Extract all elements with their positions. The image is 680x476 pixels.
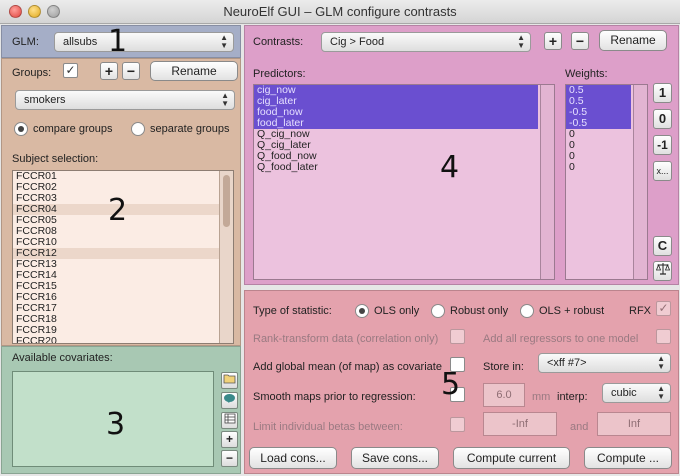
predictor-rows: cig_now cig_later food_now food_later Q_cig_… [254,85,554,173]
predictor-list-item[interactable]: Q_food_later [254,162,554,173]
add-group-button[interactable]: + [100,62,118,80]
weights-scrollbar[interactable] [633,85,647,279]
limit-betas-label: Limit individual betas between: [253,421,403,433]
contrasts-panel: Contrasts: Cig > Food ▲ ▼ + − Rename Pred… [244,25,679,285]
add-covariate-button[interactable]: + [221,431,238,448]
contrast-select[interactable]: Cig > Food ▲ ▼ [321,32,531,52]
subject-selection-label: Subject selection: [12,153,99,165]
add-all-regressors-checkbox[interactable] [656,329,671,344]
interp-select-value: cubic [611,387,637,399]
predictors-list[interactable]: cig_now cig_later food_now food_later Q_cig_… [253,84,555,280]
add-contrast-button[interactable]: + [544,32,562,50]
save-contrasts-button[interactable]: Save cons... [351,447,439,469]
groups-enabled-checkbox[interactable]: ✓ [63,63,78,78]
weights-label: Weights: [565,68,608,80]
type-of-statistic-label: Type of statistic: [253,305,332,317]
compare-groups-radio[interactable] [14,122,28,136]
store-in-select[interactable]: <xff #7> ▲ ▼ [538,353,671,373]
weight-list-item[interactable]: -0.5 [566,118,631,129]
overlay-number-4: 4 [440,150,460,185]
interp-select[interactable]: cubic ▲ ▼ [602,383,671,403]
separate-groups-radio[interactable] [131,122,145,136]
ols-robust-label: OLS + robust [539,305,605,317]
smooth-kernel-input[interactable]: 6.0 [483,383,525,407]
updown-arrows-icon: ▲ ▼ [517,33,525,50]
set-weight-minus-one-button[interactable]: -1 [653,135,672,155]
folder-icon[interactable] [221,372,238,389]
remove-contrast-button[interactable]: − [571,32,589,50]
group-select[interactable]: smokers ▲ ▼ [15,90,235,110]
compute-current-button[interactable]: Compute current [453,447,570,469]
compute-all-button[interactable]: Compute ... [584,447,672,469]
robust-only-label: Robust only [450,305,509,317]
interp-label: interp: [557,391,588,403]
predictors-scrollbar[interactable] [540,85,554,279]
updown-arrows-icon: ▲ ▼ [221,91,229,108]
set-weight-one-button[interactable]: 1 [653,83,672,103]
load-contrasts-button[interactable]: Load cons... [249,447,337,469]
rfx-checkbox[interactable]: ✓ [656,301,671,316]
table-icon[interactable] [221,412,238,429]
rank-transform-label: Rank-transform data (correlation only) [253,333,439,345]
rfx-label: RFX [629,305,651,317]
store-in-label: Store in: [483,361,524,373]
set-weight-zero-button[interactable]: 0 [653,109,672,129]
updown-arrows-icon: ▲ ▼ [657,354,665,371]
group-select-value: smokers [24,94,66,106]
updown-arrows-icon: ▲ ▼ [220,33,228,50]
subject-list-scrollbar[interactable] [219,171,233,343]
limit-high-input[interactable]: Inf [597,412,671,436]
overlay-number-1: 1 [108,24,128,59]
separate-groups-label: separate groups [150,123,230,135]
glm-panel: GLM: allsubs ▲ ▼ 1 [1,24,241,59]
glm-select-value: allsubs [63,36,98,48]
groups-label: Groups: [12,67,52,79]
contrast-select-value: Cig > Food [330,36,385,48]
subject-list-item[interactable]: FCCR20 [13,336,233,344]
overlay-number-5: 5 [441,367,461,402]
smooth-maps-label: Smooth maps prior to regression: [253,391,416,403]
available-covariates-label: Available covariates: [12,352,113,364]
add-all-regressors-label: Add all regressors to one model [483,333,639,345]
center-weights-button[interactable]: C [653,236,672,256]
glm-select[interactable]: allsubs ▲ ▼ [54,32,234,52]
set-weight-custom-button[interactable]: x... [653,161,672,181]
robust-only-radio[interactable] [431,304,445,318]
remove-covariate-button[interactable]: − [221,450,238,467]
rename-contrast-button[interactable]: Rename [599,30,667,51]
rename-group-button[interactable]: Rename [150,61,238,81]
compare-groups-label: compare groups [33,123,113,135]
balance-icon[interactable] [653,261,672,281]
ols-only-radio[interactable] [355,304,369,318]
limit-low-input[interactable]: -Inf [483,412,557,436]
weights-list[interactable]: 0.5 0.5 -0.5 -0.5 0 0 0 0 [565,84,648,280]
glm-label: GLM: [12,36,39,48]
rank-transform-checkbox[interactable] [450,329,465,344]
groups-panel: Groups: ✓ + − Rename smokers ▲ ▼ compare … [1,58,241,346]
limit-and-label: and [570,421,589,433]
predictors-label: Predictors: [253,68,306,80]
smooth-unit-label: mm [532,391,551,403]
title-bar: NeuroElf GUI – GLM configure contrasts [0,0,680,24]
subject-list-scroll-thumb[interactable] [223,175,230,227]
contrasts-label: Contrasts: [253,36,304,48]
updown-arrows-icon: ▲ ▼ [657,384,665,401]
store-in-select-value: <xff #7> [547,357,587,369]
add-global-mean-label: Add global mean (of map) as covariate [253,361,442,373]
overlay-number-3: 3 [106,407,126,442]
ols-only-label: OLS only [374,305,420,317]
window-title: NeuroElf GUI – GLM configure contrasts [223,4,457,19]
covariates-panel: Available covariates: + − 3 [1,346,241,474]
remove-group-button[interactable]: − [122,62,140,80]
ols-robust-radio[interactable] [520,304,534,318]
brain-icon[interactable] [221,392,238,409]
overlay-number-2: 2 [108,193,128,228]
limit-betas-checkbox[interactable] [450,417,465,432]
